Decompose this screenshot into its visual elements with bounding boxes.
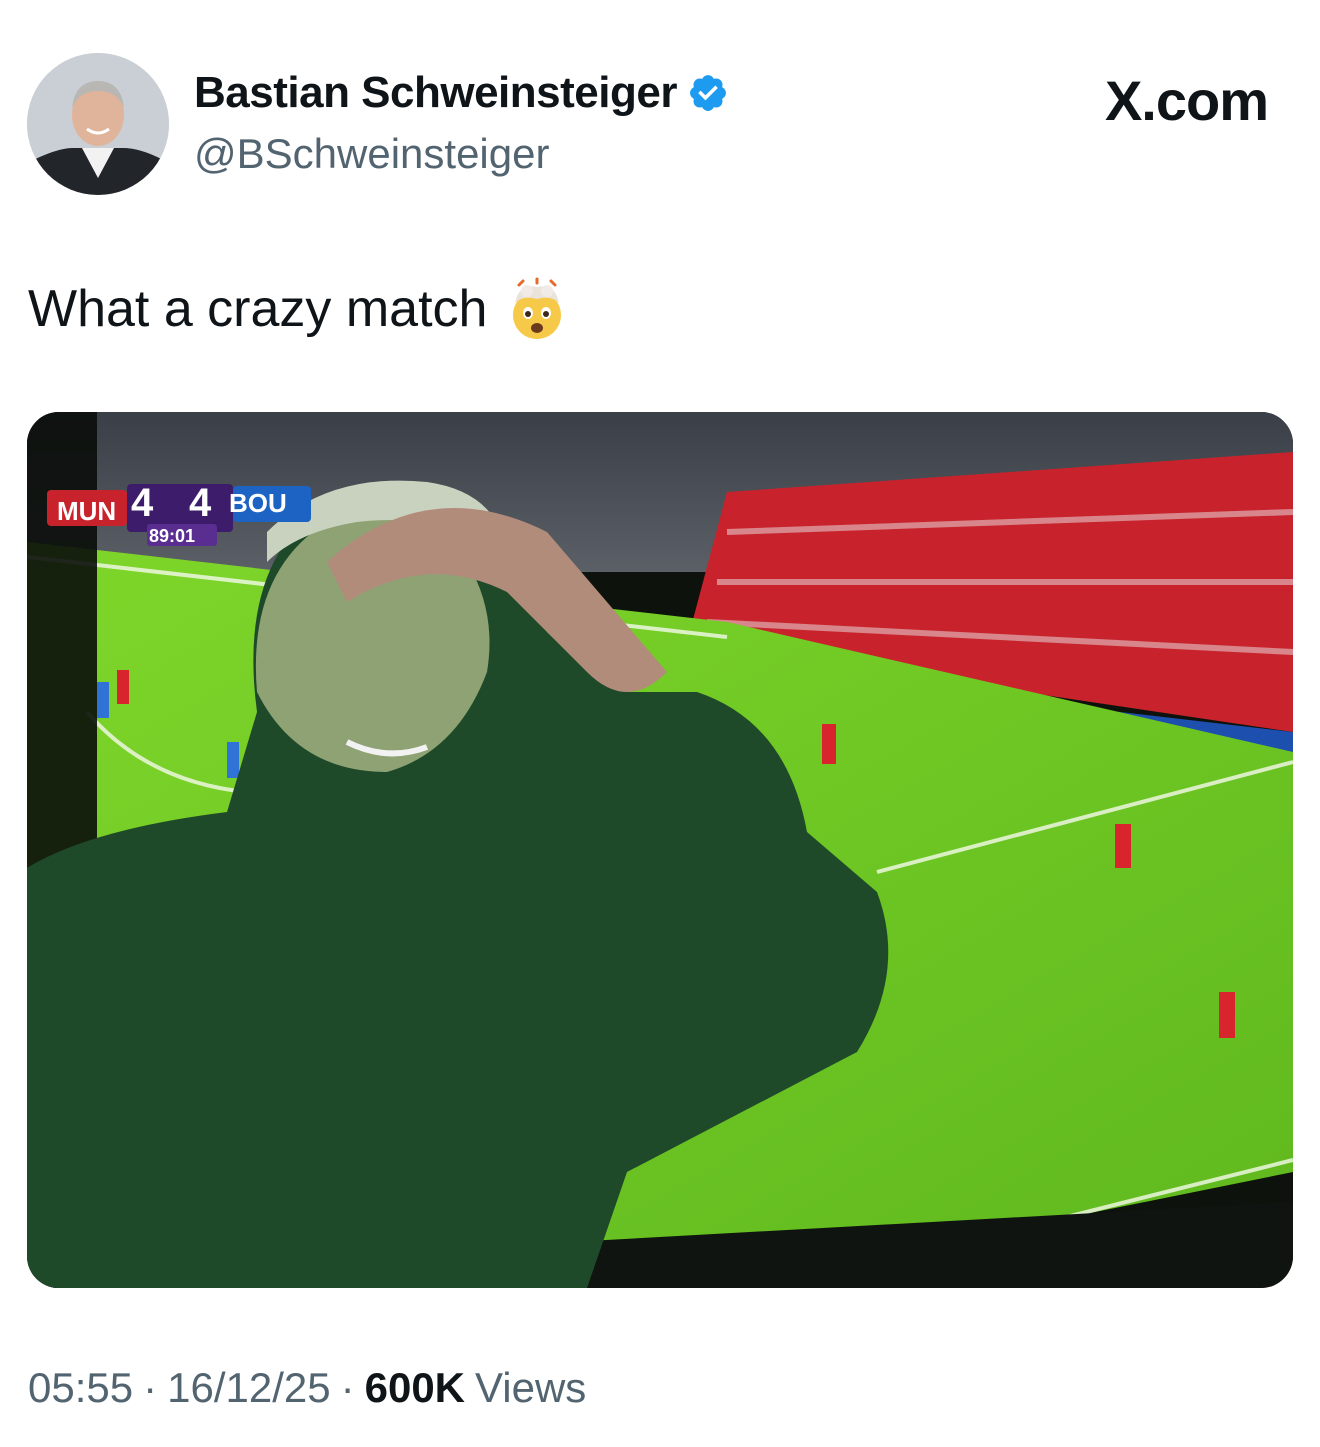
photo-illustration: MUN 4 4 BOU 89:01 — [27, 412, 1293, 1288]
scoreboard-home-team: MUN — [57, 496, 116, 526]
brand-logo: X.com — [1104, 69, 1269, 132]
scoreboard-away-team: BOU — [229, 488, 287, 518]
tweet-text-body: What a crazy match — [28, 280, 488, 338]
tweet-text: What a crazy match — [28, 277, 569, 341]
avatar-image — [27, 53, 169, 195]
tweet-time[interactable]: 05:55 — [28, 1364, 133, 1412]
author-name-row: Bastian Schweinsteiger — [194, 68, 729, 118]
author-display-name[interactable]: Bastian Schweinsteiger — [194, 68, 677, 118]
verified-badge-icon — [687, 72, 729, 114]
scoreboard-away-score: 4 — [189, 481, 212, 525]
views-count[interactable]: 600K — [365, 1364, 465, 1412]
exploding-head-emoji-icon — [505, 277, 569, 341]
meta-separator: · — [340, 1364, 355, 1411]
views-label: Views — [475, 1364, 587, 1411]
meta-separator: · — [143, 1364, 158, 1411]
avatar[interactable] — [27, 53, 169, 195]
author-handle[interactable]: @BSchweinsteiger — [194, 130, 549, 178]
tweet-media-photo[interactable]: MUN 4 4 BOU 89:01 — [27, 412, 1293, 1288]
scoreboard-home-score: 4 — [131, 481, 154, 525]
tweet-date[interactable]: 16/12/25 — [167, 1364, 331, 1412]
tweet-meta: 05:55 · 16/12/25 · 600K Views — [28, 1364, 586, 1412]
scoreboard-clock: 89:01 — [149, 526, 195, 546]
